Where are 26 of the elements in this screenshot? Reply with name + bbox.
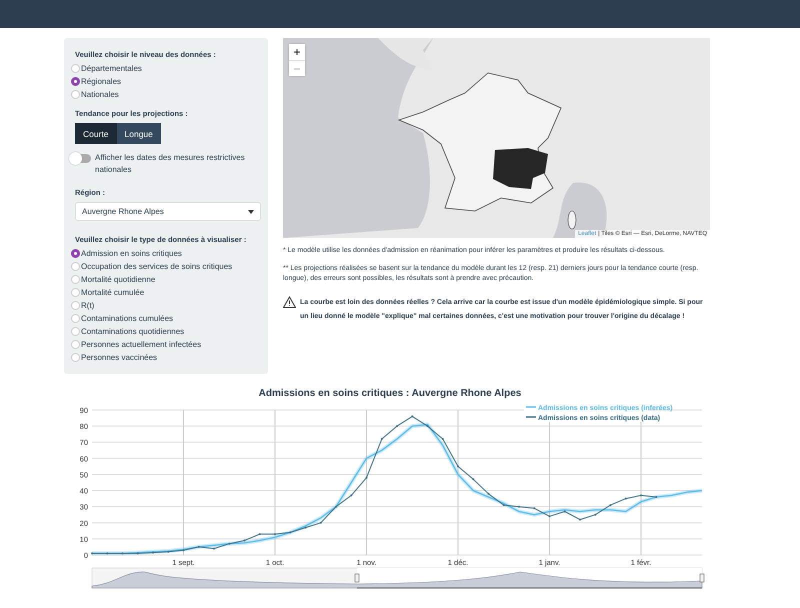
radio-label[interactable]: Personnes actuellement infectées [81, 340, 202, 349]
radio-label[interactable]: Admission en soins critiques [81, 249, 182, 258]
legend-line [526, 406, 536, 408]
radio-label[interactable]: Personnes vaccinées [81, 353, 158, 362]
radio-label[interactable]: Contaminations cumulées [81, 314, 174, 323]
radio-label[interactable]: Mortalité cumulée [81, 288, 144, 297]
radio-label[interactable]: Nationales [81, 90, 119, 99]
range-navigator-drawing[interactable] [92, 568, 704, 588]
radio-label[interactable]: R(t) [81, 301, 94, 310]
legend-line [526, 416, 536, 418]
region-select[interactable]: Auvergne Rhone Alpes [75, 202, 261, 221]
toggle-label: Afficher les dates des mesures restrictives nationales [95, 152, 246, 176]
radio-button[interactable] [71, 77, 80, 86]
radio-label[interactable]: Mortalité quotidienne [81, 275, 156, 284]
radio-label[interactable]: Contaminations quotidiennes [81, 327, 184, 336]
trend-button[interactable]: Courte [75, 123, 117, 144]
radio-label[interactable]: Régionales [81, 77, 122, 86]
warning-icon [283, 296, 296, 308]
trend-button[interactable]: Longue [116, 123, 161, 144]
zoom-in-button[interactable]: + [289, 44, 305, 60]
radio-label[interactable]: Départementales [81, 64, 142, 73]
radio-label[interactable]: Occupation des services de soins critiques [81, 262, 232, 271]
radio-button[interactable] [71, 249, 80, 258]
chart-title: Admissions en soins critiques : Auvergne Rhone Alpes [258, 388, 522, 399]
toggle-switch[interactable] [71, 154, 91, 163]
caret-icon [248, 210, 254, 214]
